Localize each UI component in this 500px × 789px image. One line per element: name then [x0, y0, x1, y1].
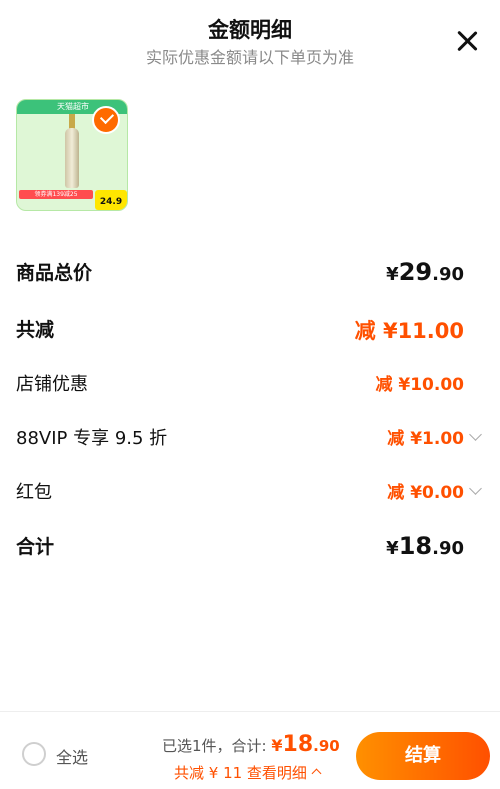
page-subtitle: 实际优惠金额请以下单页为准: [145, 48, 354, 67]
total-price-value: ¥29.90: [386, 258, 464, 286]
redpacket-label: 红包: [16, 482, 52, 503]
redpacket-value: 减 ¥0.00: [387, 483, 464, 503]
coupon-badge: 领券满139减25: [19, 190, 93, 199]
selected-check-icon[interactable]: [92, 106, 120, 134]
total-price-row: 商品总价 ¥29.90: [16, 258, 484, 288]
store-discount-row: 店铺优惠 减 ¥10.00: [16, 370, 484, 400]
close-icon[interactable]: [456, 30, 478, 52]
total-price-label: 商品总价: [16, 262, 93, 284]
detail-header: 金额明细 实际优惠金额请以下单页为准: [0, 0, 500, 80]
checkout-bar: 全选 已选1件，合计: ¥18.90 共减 ¥ 11 查看明细 结算: [0, 711, 500, 789]
vip-discount-label: 88VIP 专享 9.5 折: [16, 428, 168, 449]
store-discount-value: 减 ¥10.00: [375, 375, 464, 395]
thumbnail-price: 24.9: [95, 190, 127, 210]
vip-discount-value: 减 ¥1.00: [387, 429, 464, 449]
view-detail-link[interactable]: 共减 ¥ 11 查看明细: [174, 762, 322, 783]
chevron-up-icon: [311, 768, 322, 779]
chevron-down-icon[interactable]: [469, 482, 482, 495]
discount-label: 共减: [16, 319, 55, 341]
discount-value: 减 ¥11.00: [354, 319, 464, 343]
page-title: 金额明细: [208, 18, 292, 42]
vip-discount-row[interactable]: 88VIP 专享 9.5 折 减 ¥1.00: [16, 424, 484, 454]
bottle-body-graphic: [65, 128, 79, 188]
sum-label: 合计: [16, 536, 55, 558]
sum-row: 合计 ¥18.90: [16, 532, 484, 562]
select-all-label[interactable]: 全选: [56, 744, 88, 768]
discount-row: 共减 减 ¥11.00: [16, 315, 484, 345]
select-all-radio[interactable]: [22, 742, 46, 766]
footer-total-value: 18: [282, 732, 314, 757]
checkout-button[interactable]: 结算: [356, 732, 490, 780]
chevron-down-icon[interactable]: [469, 428, 482, 441]
store-discount-label: 店铺优惠: [16, 374, 88, 395]
redpacket-row[interactable]: 红包 减 ¥0.00: [16, 478, 484, 508]
selection-summary: 已选1件，合计: ¥18.90: [162, 732, 340, 757]
sum-value: ¥18.90: [386, 532, 464, 560]
